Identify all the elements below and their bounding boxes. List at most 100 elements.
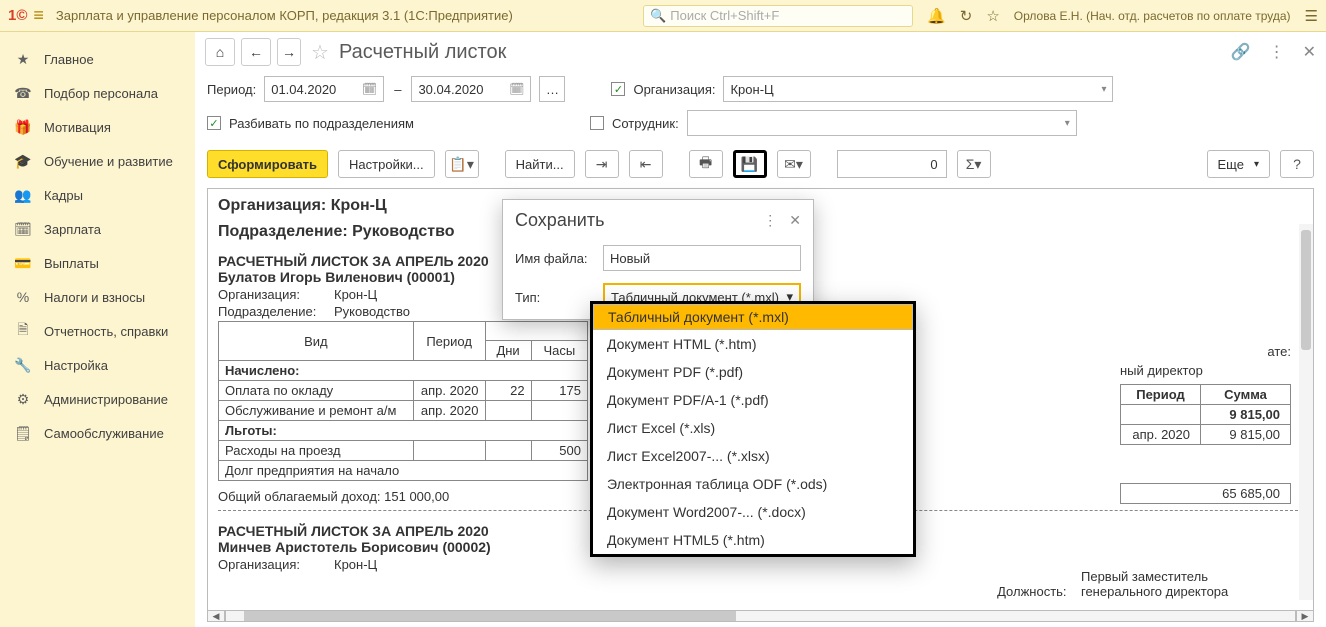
horizontal-scrollbar[interactable]: ◀▶ [207,607,1314,625]
filetype-dropdown: Табличный документ (*.mxl) Документ HTML… [590,301,916,557]
filters-row1: Период: 01.04.2020🗓 – 30.04.2020🗓 … Орга… [195,72,1326,110]
clipboard-button[interactable]: 📋▾ [445,150,479,178]
gear-icon: ⚙ [14,391,32,408]
dropdown-item[interactable]: Лист Excel2007-... (*.xlsx) [593,442,913,470]
filters-row2: Разбивать по подразделениям Сотрудник: ▾ [195,110,1326,144]
sidebar-item-label: Обучение и развитие [44,154,173,169]
sidebar-item-salary[interactable]: 🗓 Зарплата [0,212,195,246]
sidebar-item-motivation[interactable]: 🎁Мотивация [0,110,195,144]
sum-value[interactable]: 0 [837,150,947,178]
sidebar-item-payments[interactable]: 💳 Выплаты [0,246,195,280]
sidebar-item-label: Главное [44,52,94,67]
employee-select[interactable]: ▾ [687,110,1077,136]
star-icon: ★ [14,51,32,68]
sidebar-item-label: Самообслуживание [44,426,164,441]
dropdown-item[interactable]: Документ Word2007-... (*.docx) [593,498,913,526]
more-button[interactable]: Еще▾ [1207,150,1270,178]
sidebar-item-taxes[interactable]: %Налоги и взносы [0,280,195,314]
home-button[interactable]: ⌂ [205,38,235,66]
sidebar-item-label: Администрирование [44,392,168,407]
collapse-button[interactable]: ⇤ [629,150,663,178]
right-fragment: ате: ный директор ПериодСумма 9 815,00 а… [1120,344,1291,504]
star-icon[interactable]: ☆ [986,7,999,25]
sidebar-item-label: Кадры [44,188,83,203]
dropdown-item[interactable]: Табличный документ (*.mxl) [593,304,913,330]
history-icon[interactable]: ↻ [960,7,973,25]
sigma-button[interactable]: Σ▾ [957,150,991,178]
top-icons: 🔔 ↻ ☆ Орлова Е.Н. (Нач. отд. расчетов по… [927,7,1318,25]
employee-checkbox[interactable] [590,116,604,130]
split-checkbox[interactable] [207,116,221,130]
sidebar-item-selfservice[interactable]: 🗒 Самообслуживание [0,416,195,450]
form-button[interactable]: Сформировать [207,150,328,178]
calendar-icon[interactable]: 🗓 [509,82,524,96]
page-header: ⌂ ← → ☆ Расчетный листок 🔗 ⋮ ✕ [195,32,1326,72]
period-label: Период: [207,82,256,97]
sidebar-item-training[interactable]: 🎓Обучение и развитие [0,144,195,178]
sidebar-item-label: Подбор персонала [44,86,158,101]
mail-button[interactable]: ✉▾ [777,150,811,178]
sidebar-item-reports[interactable]: 🗎Отчетность, справки [0,314,195,348]
chevron-down-icon: ▾ [1101,84,1106,95]
expand-button[interactable]: ⇥ [585,150,619,178]
sidebar-item-admin[interactable]: ⚙ Администрирование [0,382,195,416]
link-icon[interactable]: 🔗 [1231,42,1251,62]
hamburger-icon[interactable]: ≡ [33,5,44,26]
print-button[interactable]: 🖶 [689,150,723,178]
phone-icon: ☎ [14,85,32,102]
org-select[interactable]: Крон-Ц▾ [723,76,1113,102]
dialog-close-icon[interactable]: ✕ [789,212,801,229]
dropdown-item[interactable]: Лист Excel (*.xls) [593,414,913,442]
people-icon: 👥 [14,187,32,204]
sidebar-item-label: Зарплата [44,222,101,237]
period-to-input[interactable]: 30.04.2020🗓 [411,76,531,102]
period-from-input[interactable]: 01.04.2020🗓 [264,76,384,102]
toolbar: Сформировать Настройки... 📋▾ Найти... ⇥ … [195,144,1326,188]
search-icon: 🔍 [650,8,666,24]
org-label: Организация: [633,82,715,97]
list-icon: 🗒 [14,425,32,442]
dialog-more-icon[interactable]: ⋮ [763,212,777,229]
app-title: Зарплата и управление персоналом КОРП, р… [56,8,513,23]
split-label: Разбивать по подразделениям [229,116,414,131]
sidebar-item-label: Настройка [44,358,108,373]
filename-input[interactable]: Новый [603,245,801,271]
bell-icon[interactable]: 🔔 [927,7,946,25]
calendar-icon[interactable]: 🗓 [362,82,377,96]
close-icon[interactable]: ✕ [1303,42,1316,62]
sidebar: ★ Главное ☎ Подбор персонала 🎁Мотивация 🎓О… [0,32,195,627]
forward-button[interactable]: → [277,38,301,66]
sidebar-item-label: Выплаты [44,256,99,271]
settings-button[interactable]: Настройки... [338,150,435,178]
find-button[interactable]: Найти... [505,150,575,178]
vertical-scrollbar[interactable] [1299,224,1313,600]
user-label[interactable]: Орлова Е.Н. (Нач. отд. расчетов по оплат… [1014,9,1291,23]
more-menu-icon[interactable]: ⋮ [1269,42,1285,62]
sidebar-item-home[interactable]: ★ Главное [0,42,195,76]
dropdown-item[interactable]: Документ PDF/A-1 (*.pdf) [593,386,913,414]
back-button[interactable]: ← [241,38,271,66]
sidebar-item-label: Отчетность, справки [44,324,168,339]
wrench-icon: 🔧 [14,357,32,374]
gift-icon: 🎁 [14,119,32,136]
help-button[interactable]: ? [1280,150,1314,178]
sidebar-item-recruiting[interactable]: ☎ Подбор персонала [0,76,195,110]
save-button[interactable]: 💾 [733,150,767,178]
dropdown-item[interactable]: Документ PDF (*.pdf) [593,358,913,386]
sidebar-item-hr[interactable]: 👥 Кадры [0,178,195,212]
filename-label: Имя файла: [515,251,595,266]
period-picker-button[interactable]: … [539,76,565,102]
favorite-icon[interactable]: ☆ [311,40,329,65]
dropdown-item[interactable]: Документ HTML5 (*.htm) [593,526,913,554]
sidebar-item-settings[interactable]: 🔧 Настройка [0,348,195,382]
card-icon: 💳 [14,255,32,272]
top-bar: 1© ≡ Зарплата и управление персоналом КО… [0,0,1326,32]
settings-bars-icon[interactable]: ☰ [1305,7,1318,25]
sidebar-item-label: Налоги и взносы [44,290,145,305]
org-checkbox[interactable] [611,82,625,96]
global-search[interactable]: 🔍 Поиск Ctrl+Shift+F [643,5,913,27]
dropdown-item[interactable]: Документ HTML (*.htm) [593,330,913,358]
dropdown-item[interactable]: Электронная таблица ODF (*.ods) [593,470,913,498]
slip1-table: Вид Период Дни Часы Начислено: Оплата по… [218,321,588,481]
calendar-icon: 🗓 [14,221,32,238]
